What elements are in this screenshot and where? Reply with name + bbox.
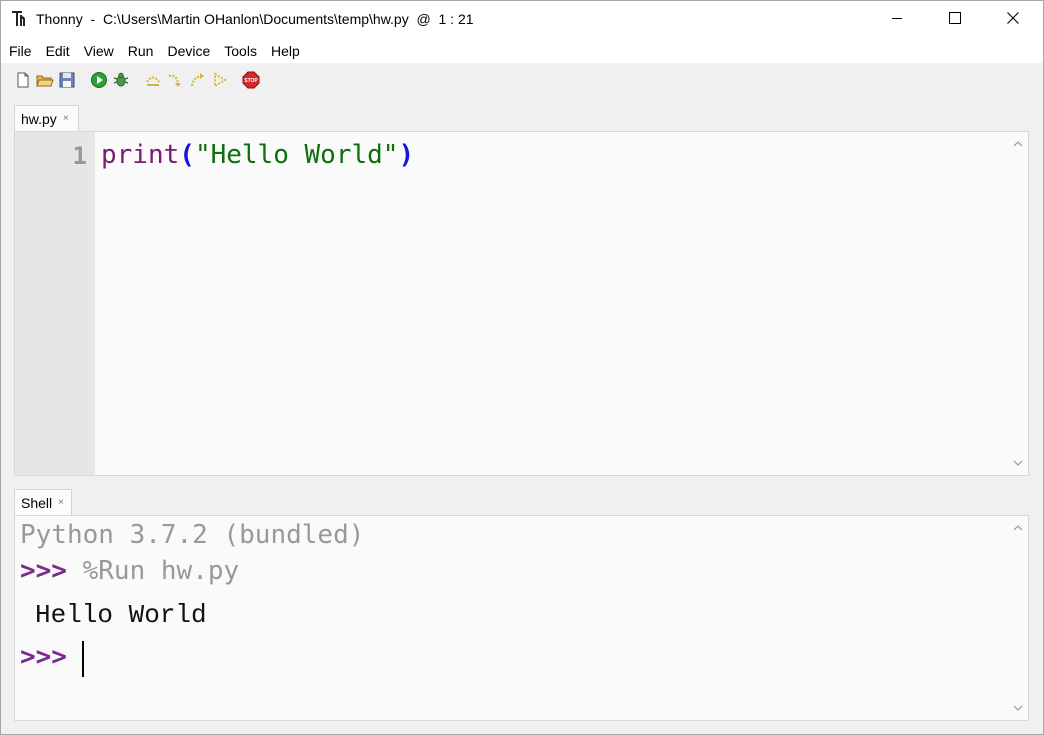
- shell-command: %Run hw.py: [82, 556, 240, 586]
- menu-edit[interactable]: Edit: [39, 39, 77, 63]
- stop-label: STOP: [244, 78, 258, 84]
- file-path: C:\Users\Martin OHanlon\Documents\temp\h…: [102, 11, 409, 27]
- code-lparen: (: [179, 140, 195, 170]
- tab-close-icon[interactable]: ×: [63, 113, 69, 124]
- at-sign: @: [416, 11, 431, 27]
- menu-help[interactable]: Help: [264, 39, 307, 63]
- editor-scroll-up-icon[interactable]: [1010, 136, 1026, 152]
- step-into-icon[interactable]: [166, 71, 184, 89]
- maximize-button[interactable]: [926, 1, 984, 39]
- close-icon: [1007, 11, 1019, 29]
- code-line[interactable]: print("Hello World"): [101, 140, 414, 170]
- toolbar: STOP: [1, 63, 1043, 97]
- shell-output: Hello World: [35, 600, 207, 630]
- menu-tools[interactable]: Tools: [217, 39, 264, 63]
- menu-view[interactable]: View: [77, 39, 121, 63]
- code-editor[interactable]: 1 print("Hello World"): [14, 131, 1029, 476]
- title-separator: -: [90, 11, 96, 27]
- shell-banner: Python 3.7.2 (bundled): [20, 520, 365, 550]
- code-function: print: [101, 140, 180, 170]
- menu-run[interactable]: Run: [121, 39, 161, 63]
- cursor-position: 1 : 21: [438, 11, 474, 27]
- tab-hw-py[interactable]: hw.py ×: [14, 105, 79, 131]
- text-cursor: [82, 641, 84, 677]
- shell-prompt: >>>: [20, 556, 67, 586]
- shell-tab-label: Shell: [21, 494, 53, 511]
- step-out-icon[interactable]: [188, 71, 206, 89]
- menu-device[interactable]: Device: [160, 39, 217, 63]
- open-file-icon[interactable]: [36, 71, 54, 89]
- shell-tab-close-icon[interactable]: ×: [58, 497, 64, 508]
- line-number-gutter: 1: [15, 132, 95, 475]
- shell-command-line: >>> %Run hw.py: [20, 556, 239, 586]
- shell-scroll-up-icon[interactable]: [1010, 520, 1026, 536]
- stop-icon[interactable]: STOP: [242, 71, 260, 89]
- editor-scroll-down-icon[interactable]: [1010, 455, 1026, 471]
- resume-icon[interactable]: [210, 71, 228, 89]
- shell-input-prompt: >>>: [20, 642, 67, 672]
- app-name: Thonny: [36, 11, 83, 27]
- close-button[interactable]: [984, 1, 1042, 39]
- debug-icon[interactable]: [112, 71, 130, 89]
- window-title: Thonny - C:\Users\Martin OHanlon\Documen…: [36, 11, 474, 27]
- maximize-icon: [949, 11, 961, 29]
- shell-console[interactable]: Python 3.7.2 (bundled) >>> %Run hw.py He…: [14, 515, 1029, 721]
- menu-file[interactable]: File: [1, 39, 39, 63]
- thonny-logo-icon: [11, 10, 29, 28]
- tab-label: hw.py: [21, 110, 57, 127]
- save-icon[interactable]: [58, 71, 76, 89]
- run-icon[interactable]: [90, 71, 108, 89]
- shell-input-line[interactable]: >>>: [20, 642, 67, 672]
- menu-bar: File Edit View Run Device Tools Help: [1, 39, 1043, 63]
- tab-shell[interactable]: Shell ×: [14, 489, 72, 515]
- minimize-icon: [891, 11, 903, 29]
- line-number: 1: [72, 142, 87, 170]
- shell-scroll-down-icon[interactable]: [1010, 700, 1026, 716]
- thonny-window: Thonny - C:\Users\Martin OHanlon\Documen…: [0, 0, 1044, 735]
- code-rparen: ): [398, 140, 415, 170]
- code-string: "Hello World": [194, 140, 399, 170]
- step-over-icon[interactable]: [144, 71, 162, 89]
- title-bar[interactable]: Thonny - C:\Users\Martin OHanlon\Documen…: [1, 1, 1043, 39]
- new-file-icon[interactable]: [14, 71, 32, 89]
- minimize-button[interactable]: [868, 1, 926, 39]
